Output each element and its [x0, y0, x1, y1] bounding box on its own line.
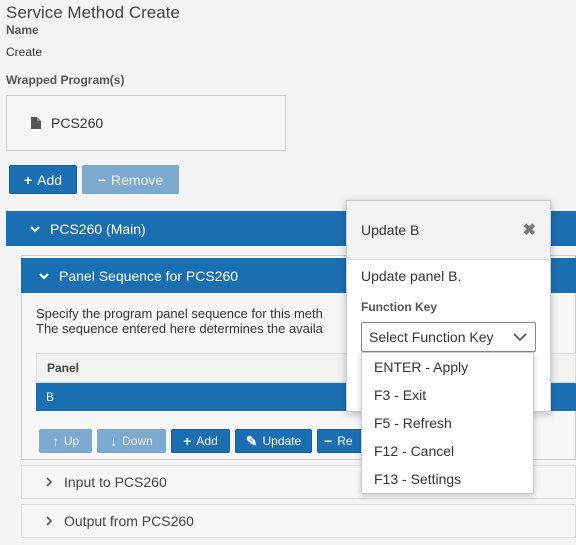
remove-program-button[interactable]: − Remove — [82, 165, 179, 194]
arrow-up-icon: ↑ — [51, 433, 59, 449]
move-up-label: Up — [63, 434, 80, 448]
description-line-1: Specify the program panel sequence for t… — [36, 306, 323, 321]
dropdown-option-f3[interactable]: F3 - Exit — [362, 381, 533, 409]
chevron-down-icon — [30, 224, 40, 234]
chevron-down-icon — [513, 329, 527, 345]
wrapped-programs-label: Wrapped Program(s) — [6, 73, 125, 87]
plus-icon: + — [23, 171, 33, 188]
file-icon — [31, 117, 41, 129]
dropdown-option-f5[interactable]: F5 - Refresh — [362, 409, 533, 437]
dropdown-option-enter[interactable]: ENTER - Apply — [362, 353, 533, 381]
remove-program-label: Remove — [111, 171, 164, 188]
name-value: Create — [6, 45, 43, 59]
panel-cell: B — [46, 390, 55, 404]
dialog-title: Update B — [361, 222, 420, 238]
function-key-dropdown: ENTER - Apply F3 - Exit F5 - Refresh F12… — [361, 352, 534, 494]
function-key-label: Function Key — [361, 300, 438, 314]
dialog-description: Update panel B. — [361, 268, 462, 284]
close-icon[interactable]: ✖ — [523, 220, 536, 240]
main-program-title: PCS260 (Main) — [50, 220, 146, 237]
update-panel-label: Update — [262, 434, 302, 448]
move-down-label: Down — [122, 434, 153, 448]
move-down-button[interactable]: ↓ Down — [97, 429, 166, 453]
description-line-2: The sequence entered here determines the… — [36, 321, 323, 336]
dropdown-option-f13[interactable]: F13 - Settings — [362, 465, 533, 493]
add-program-button[interactable]: + Add — [9, 165, 77, 194]
select-placeholder: Select Function Key — [369, 329, 494, 345]
wrapped-program-list[interactable]: PCS260 — [6, 95, 286, 151]
page-title: Service Method Create — [6, 3, 180, 22]
wrapped-program-item[interactable]: PCS260 — [51, 115, 103, 131]
minus-icon: − — [324, 433, 333, 449]
plus-icon: + — [183, 433, 192, 449]
chevron-down-icon — [39, 271, 49, 281]
input-section-title: Input to PCS260 — [64, 474, 167, 490]
add-panel-label: Add — [196, 434, 218, 448]
add-panel-button[interactable]: + Add — [171, 429, 230, 453]
panel-sequence-description: Specify the program panel sequence for t… — [36, 306, 356, 336]
panel-column-header: Panel — [47, 361, 80, 375]
chevron-right-icon — [44, 477, 54, 487]
minus-icon: − — [97, 171, 107, 188]
update-panel-button[interactable]: ✎ Update — [235, 429, 312, 453]
remove-panel-label: Re — [337, 434, 353, 448]
function-key-select[interactable]: Select Function Key — [361, 322, 536, 352]
dropdown-option-f12[interactable]: F12 - Cancel — [362, 437, 533, 465]
arrow-down-icon: ↓ — [110, 433, 118, 449]
output-section-header[interactable]: Output from PCS260 — [21, 504, 576, 538]
chevron-right-icon — [44, 516, 54, 526]
add-program-label: Add — [37, 171, 63, 188]
panel-sequence-title: Panel Sequence for PCS260 — [59, 267, 239, 284]
name-label: Name — [6, 23, 39, 37]
output-section-title: Output from PCS260 — [64, 513, 194, 529]
pencil-icon: ✎ — [245, 432, 258, 449]
dialog-header: Update B ✖ — [347, 201, 550, 260]
move-up-button[interactable]: ↑ Up — [39, 429, 92, 453]
